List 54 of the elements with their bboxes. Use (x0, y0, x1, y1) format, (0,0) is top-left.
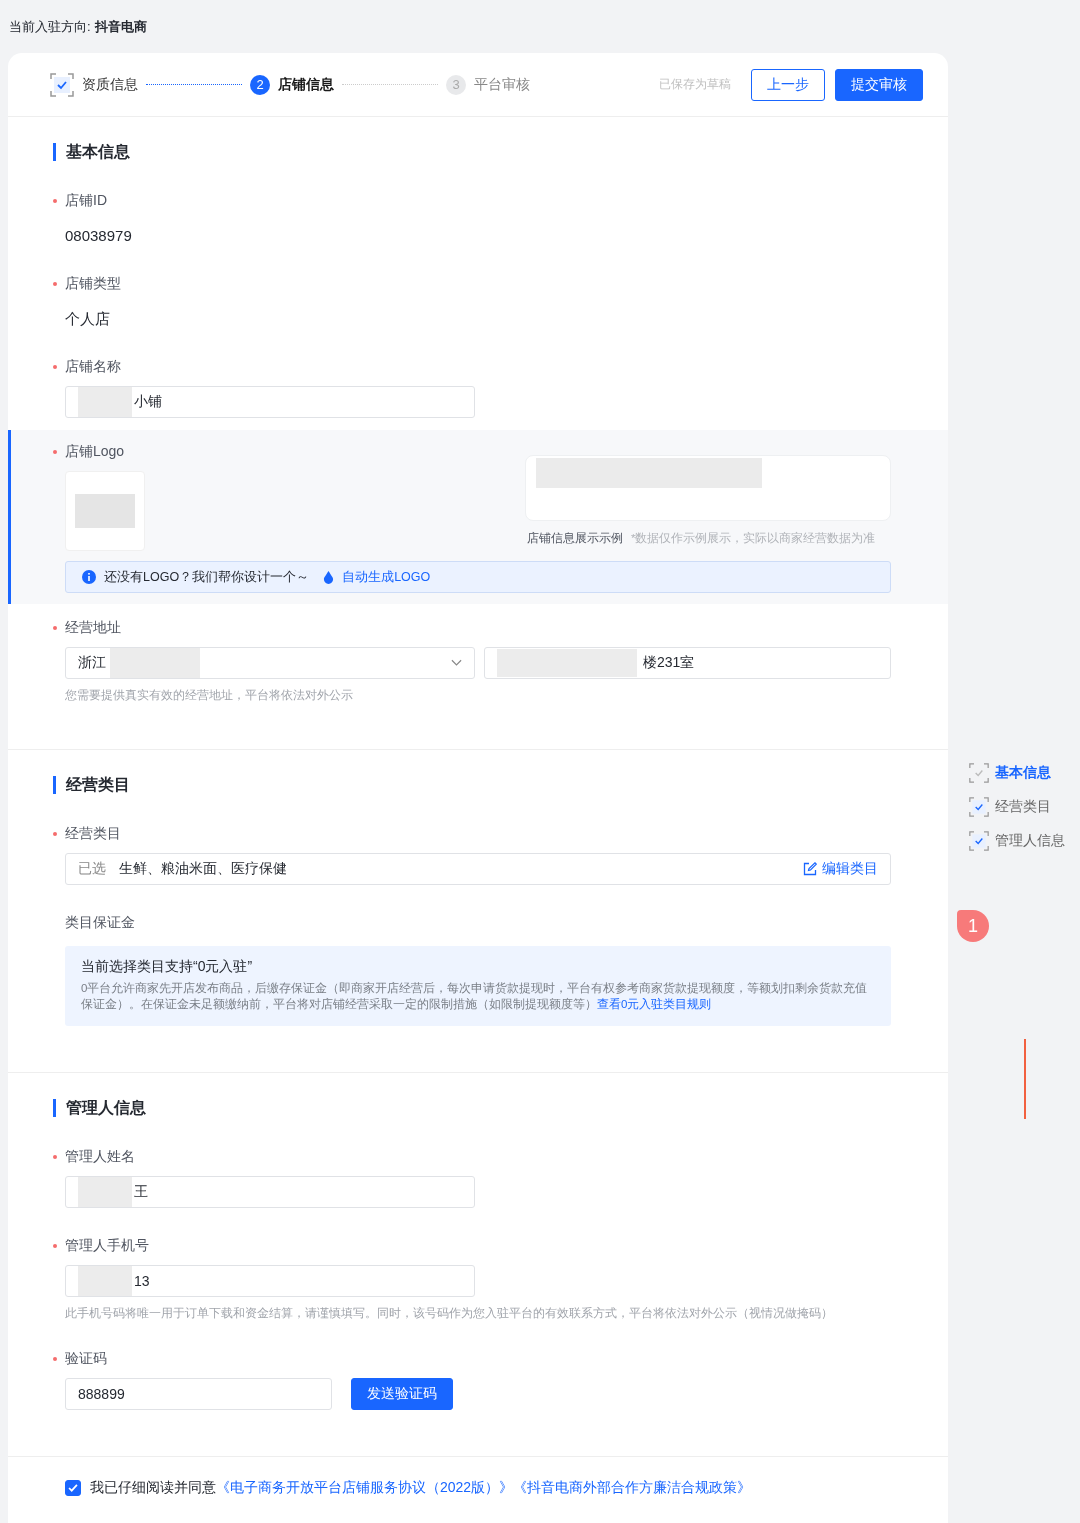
generate-logo-link[interactable]: 自动生成LOGO (342, 568, 431, 586)
input-field[interactable]: 13 (65, 1265, 475, 1297)
agreement-link[interactable]: 《抖音电商外部合作方廉洁合规政策》 (513, 1479, 752, 1495)
input-field[interactable]: 王 (65, 1176, 475, 1208)
field-label: 店铺ID (65, 192, 107, 210)
caret-icon (451, 659, 462, 667)
field-label: 管理人姓名 (65, 1148, 135, 1166)
tip-text: 还没有LOGO？我们帮你设计一个～ (104, 568, 310, 586)
field-hint: 您需要提供真实有效的经营地址，平台将依法对外公示 (65, 688, 354, 703)
notice-text: 0平台允许商家先开店发布商品，后缴存保证金（即商家开店经营后，每次申请货款提现时，平台有权参考商家货款提现额度，等额划扣剩余货款充值保证金）。在保证金未足额缴纳前，平台将对店铺经营采取一定的限制措施（如限制提现额度等）查看0元入驻类目规则 (81, 981, 869, 1012)
field-value: 08038979 (65, 226, 133, 246)
back-button[interactable]: 上一步 (751, 68, 825, 101)
field-label: 管理人手机号 (65, 1237, 149, 1255)
annotation-badge: 1 (957, 910, 989, 942)
field-label: 经营地址 (65, 619, 121, 637)
agreement-link[interactable]: 《电子商务开放平台店铺服务协议（2022版）》 (216, 1479, 514, 1495)
field-label: 类目保证金 (65, 914, 135, 932)
field-label: 经营类目 (65, 825, 121, 843)
field-value: 个人店 (65, 309, 111, 329)
step-label: 平台审核 (474, 75, 530, 94)
entry-direction-label: 当前入驻方向: (9, 17, 91, 36)
category-field[interactable]: 已选 生鲜、粮油米面、医疗保健 编辑类目 (65, 853, 891, 885)
section-title: 基本信息 (53, 143, 948, 161)
edit-category-link[interactable]: 编辑类目 (803, 860, 878, 878)
section-title: 管理人信息 (53, 1099, 948, 1117)
address-input[interactable]: 楼231室 (484, 647, 891, 679)
agreement-checkbox[interactable] (65, 1480, 81, 1496)
notice-title: 当前选择类目支持“0元入驻” (81, 958, 254, 976)
preview-note: *数据仅作示例展示，实际以商家经营数据为准 (631, 531, 876, 546)
anchor-nav-item[interactable]: 基本信息 (969, 763, 1065, 783)
field-label: 验证码 (65, 1350, 107, 1368)
anchor-nav-item[interactable]: 管理人信息 (969, 831, 1065, 851)
edit-icon (803, 862, 817, 876)
field-label: 店铺名称 (65, 358, 121, 376)
step-label: 资质信息 (82, 75, 138, 94)
send-code-button[interactable]: 发送验证码 (351, 1378, 453, 1410)
anchor-nav-item[interactable]: 经营类目 (969, 797, 1065, 817)
field-label: 店铺类型 (65, 275, 121, 293)
agreement-text: 我已仔细阅读并同意《电子商务开放平台店铺服务协议（2022版）》《抖音电商外部合作方廉洁合规政策》 (90, 1479, 752, 1497)
field-hint: 此手机号码将唯一用于订单下载和资金结算，请谨慎填写。同时，该号码作为您入驻平台的有效联系方式，平台将依法对外公示（视情况做掩码） (65, 1306, 834, 1321)
step-number: 3 (446, 74, 466, 95)
input-field[interactable]: 小铺 (65, 386, 475, 418)
region-select[interactable]: 浙江 (65, 647, 475, 679)
preview-caption: 店铺信息展示示例 (527, 531, 623, 546)
step-label: 店铺信息 (278, 75, 334, 94)
rules-link[interactable]: 查看0元入驻类目规则 (597, 998, 712, 1010)
section-title: 经营类目 (53, 776, 948, 794)
entry-direction-value: 抖音电商 (94, 17, 147, 36)
field-label: 店铺Logo (65, 443, 125, 461)
info-icon (82, 570, 96, 584)
drop-icon (323, 570, 335, 584)
code-input[interactable]: 888899 (65, 1378, 332, 1410)
step-number: 2 (250, 74, 270, 95)
submit-button[interactable]: 提交审核 (835, 68, 923, 101)
